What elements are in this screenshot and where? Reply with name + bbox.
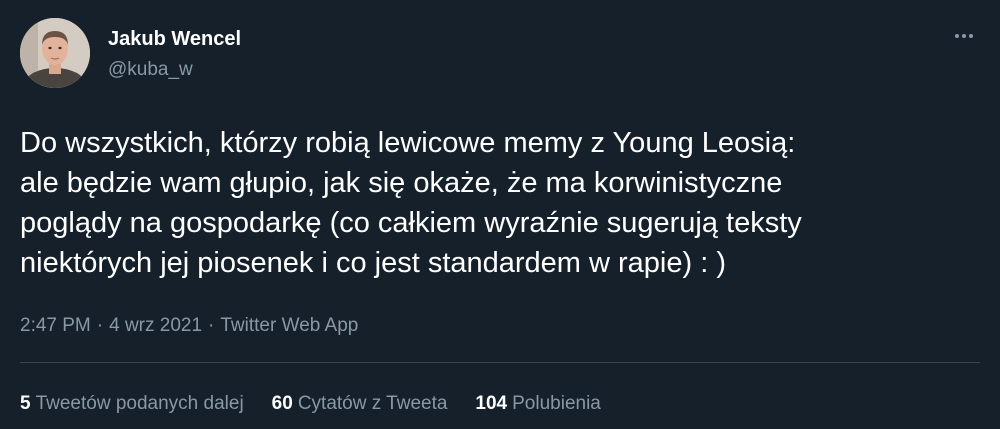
- more-horizontal-icon-dot: [969, 34, 973, 38]
- author-display-name[interactable]: Jakub Wencel: [108, 27, 241, 51]
- author-handle[interactable]: @kuba_w: [108, 59, 241, 81]
- tweet-source[interactable]: Twitter Web App: [220, 315, 358, 336]
- meta-separator: ·: [208, 315, 215, 336]
- retweets-label: Tweetów podanych dalej: [35, 393, 244, 414]
- avatar-photo: [20, 18, 90, 88]
- meta-separator: ·: [96, 315, 104, 336]
- retweets-stat[interactable]: 5 Tweetów podanych dalej: [20, 392, 244, 416]
- tweet-text: Do wszystkich, którzy robią lewicowe mem…: [20, 127, 802, 279]
- more-horizontal-icon: [955, 34, 959, 38]
- engagement-stats: 5 Tweetów podanych dalej 60 Cytatów z Twee…: [20, 392, 601, 416]
- quotes-count: 60: [271, 393, 293, 414]
- tweet-date[interactable]: 4 wrz 2021: [109, 315, 202, 336]
- likes-count: 104: [475, 393, 508, 414]
- likes-stat[interactable]: 104 Polubienia: [475, 392, 600, 416]
- likes-label: Polubienia: [512, 393, 601, 414]
- tweet-card: Jakub Wencel @kuba_w Do wszystkich, któr…: [0, 0, 1000, 429]
- avatar[interactable]: [20, 18, 90, 88]
- tweet-metadata: 2:47 PM · 4 wrz 2021 · Twitter Web App: [20, 314, 358, 338]
- more-options-button[interactable]: [948, 26, 980, 46]
- more-horizontal-icon-dot: [962, 34, 966, 38]
- tweet-time[interactable]: 2:47 PM: [20, 315, 91, 336]
- quotes-label: Cytatów z Tweeta: [297, 393, 448, 414]
- quotes-stat[interactable]: 60 Cytatów z Tweeta: [272, 392, 448, 416]
- retweets-count: 5: [20, 393, 31, 414]
- divider: [20, 362, 980, 363]
- author-block: Jakub Wencel @kuba_w: [108, 27, 241, 81]
